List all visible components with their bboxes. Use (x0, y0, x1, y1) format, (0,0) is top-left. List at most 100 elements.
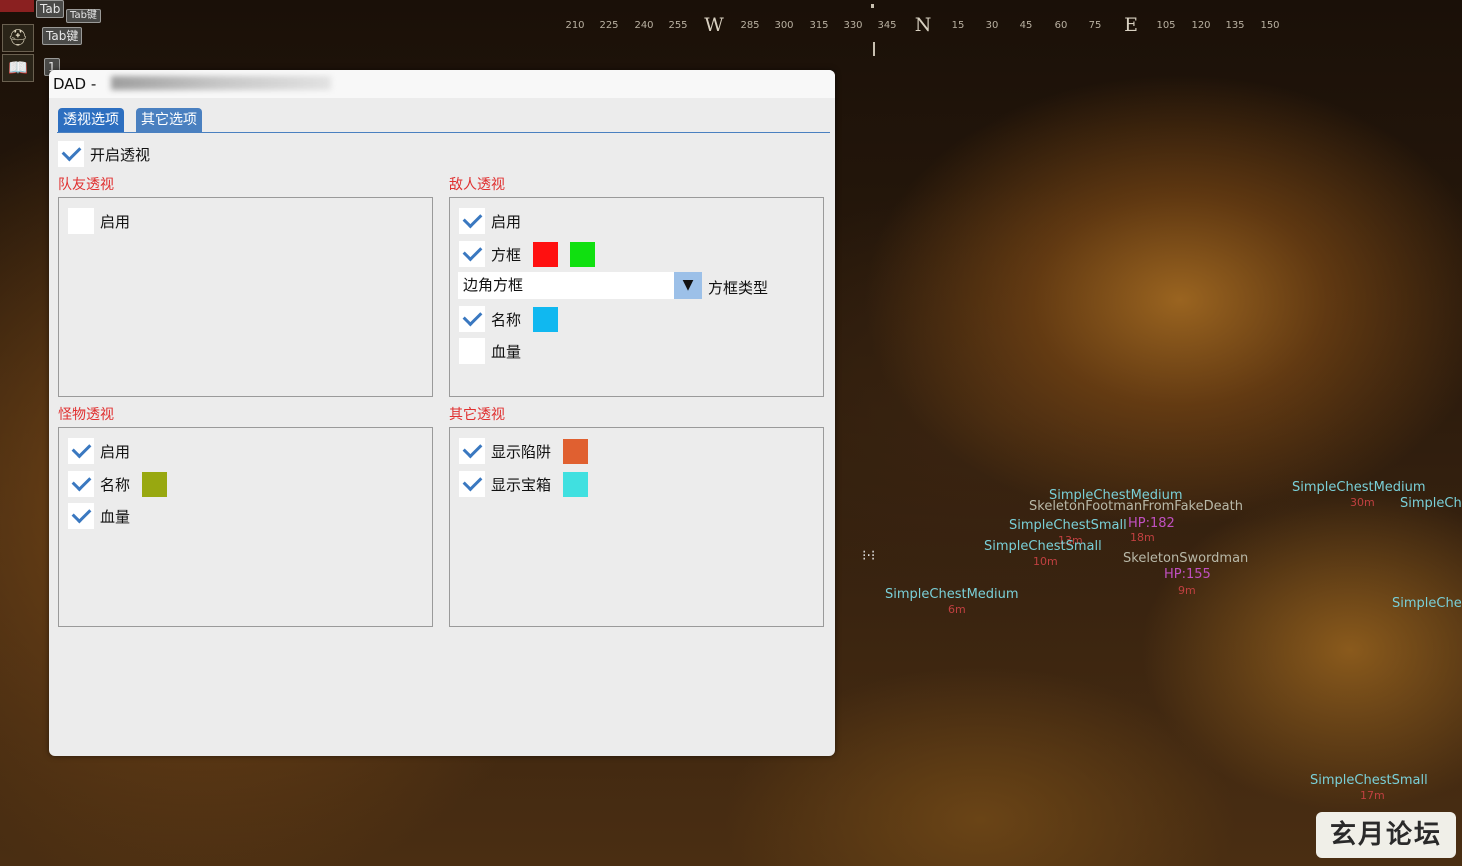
compass-tick: 75 (1088, 20, 1102, 31)
show-chests-checkbox[interactable]: 显示宝箱 (459, 471, 589, 497)
tab-other-options[interactable]: 其它选项 (136, 108, 202, 132)
hud-key-tab-small: Tab键 (66, 9, 101, 23)
check-icon (462, 241, 483, 262)
color-swatch-box-primary[interactable] (533, 241, 559, 267)
compass-tick: 300 (774, 20, 794, 31)
checkbox[interactable] (58, 141, 84, 167)
compass-cardinal-n: N (914, 14, 932, 36)
checkbox[interactable] (459, 438, 485, 464)
check-icon (462, 471, 483, 492)
compass-top-marker (871, 4, 874, 8)
compass-tick: 210 (565, 20, 585, 31)
compass-tick: 60 (1054, 20, 1068, 31)
compass-tick: 30 (985, 20, 999, 31)
world-label-hp: HP:182 (1128, 516, 1175, 531)
color-swatch-chests[interactable] (563, 471, 589, 497)
tab-esp-options[interactable]: 透视选项 (58, 108, 124, 132)
compass-tick: 120 (1191, 20, 1211, 31)
checkbox-label: 方框 (491, 245, 522, 264)
hud-key-tab: Tab (36, 0, 65, 18)
world-label-distance: 17m (1360, 789, 1385, 802)
checkbox-label: 血量 (491, 342, 522, 361)
world-label: SimpleChestMedium (1292, 480, 1426, 495)
compass-cardinal-w: W (704, 14, 724, 36)
book-icon[interactable]: 📖 (2, 54, 34, 82)
compass-tick: 45 (1019, 20, 1033, 31)
compass-tick: 345 (877, 20, 897, 31)
enemy-enable-checkbox[interactable]: 启用 (459, 208, 521, 234)
checkbox-label: 启用 (491, 212, 522, 231)
helmet-icon[interactable]: ⛑ (2, 24, 34, 52)
compass-tick: 225 (599, 20, 619, 31)
color-swatch-traps[interactable] (563, 438, 589, 464)
world-label: SimpleChestSmall (1009, 518, 1127, 533)
tab-underline (57, 132, 830, 133)
section-title-other: 其它透视 (449, 407, 505, 423)
box-type-label: 方框类型 (708, 279, 769, 297)
checkbox[interactable] (68, 438, 94, 464)
monster-enable-checkbox[interactable]: 启用 (68, 438, 130, 464)
window-titlebar[interactable]: DAD - (49, 70, 835, 98)
world-label: SimpleCh (1400, 496, 1462, 511)
compass-tick: 105 (1156, 20, 1176, 31)
chevron-down-icon[interactable]: ▼ (674, 272, 702, 299)
compass-cardinal-e: E (1124, 14, 1138, 36)
compass-tick: 15 (951, 20, 965, 31)
checkbox-label: 启用 (100, 212, 131, 231)
checkbox[interactable] (68, 208, 94, 234)
checkbox[interactable] (459, 208, 485, 234)
checkbox-label: 显示陷阱 (491, 442, 552, 461)
check-icon (462, 306, 483, 327)
monster-health-checkbox[interactable]: 血量 (68, 503, 130, 529)
compass-tick: 285 (740, 20, 760, 31)
monster-name-checkbox[interactable]: 名称 (68, 471, 168, 497)
check-icon (61, 141, 82, 162)
world-label: SimpleChe (1392, 596, 1462, 611)
world-label-distance: 30m (1350, 496, 1375, 509)
section-title-teammate: 队友透视 (58, 177, 114, 193)
compass-tick: 330 (843, 20, 863, 31)
check-icon (71, 438, 92, 459)
world-label: SkeletonSwordman (1123, 551, 1249, 566)
checkbox-label: 名称 (491, 310, 522, 329)
checkbox[interactable] (68, 471, 94, 497)
checkbox-label: 启用 (100, 442, 131, 461)
world-label-hp: HP:155 (1164, 567, 1211, 582)
check-icon (462, 208, 483, 229)
checkbox-label: 血量 (100, 507, 131, 526)
forum-watermark: 玄月论坛 (1316, 812, 1456, 858)
window-title: DAD - (53, 75, 97, 93)
checkbox[interactable] (459, 241, 485, 267)
checkbox[interactable] (459, 471, 485, 497)
compass-tick: 240 (634, 20, 654, 31)
world-label: SimpleChestSmall (1310, 773, 1428, 788)
checkbox[interactable] (68, 503, 94, 529)
checkbox-label: 名称 (100, 475, 131, 494)
world-label-distance: 6m (948, 603, 966, 616)
master-toggle-checkbox[interactable]: 开启透视 (58, 141, 150, 167)
compass-tick: 315 (809, 20, 829, 31)
select-value[interactable]: 边角方框 (458, 272, 674, 299)
esp-settings-window: DAD - 透视选项 其它选项 开启透视 队友透视 启用 敌人透视 启用 方框 … (49, 70, 835, 756)
enemy-name-checkbox[interactable]: 名称 (459, 306, 559, 332)
show-traps-checkbox[interactable]: 显示陷阱 (459, 438, 589, 464)
checkbox[interactable] (459, 338, 485, 364)
color-swatch-enemy-name[interactable] (533, 306, 559, 332)
world-label-distance: 18m (1130, 531, 1155, 544)
world-label: SimpleChestMedium (885, 587, 1019, 602)
color-swatch-monster-name[interactable] (142, 471, 168, 497)
enemy-health-checkbox[interactable]: 血量 (459, 338, 521, 364)
enemy-box-checkbox[interactable]: 方框 (459, 241, 596, 267)
hud-key-tab-2: Tab键 (42, 27, 83, 45)
world-label: SkeletonFootmanFromFakeDeath (1029, 499, 1243, 514)
crosshair-icon: ⁝·⁝ (862, 548, 876, 564)
color-swatch-box-secondary[interactable] (570, 241, 596, 267)
checkbox-label: 显示宝箱 (491, 475, 552, 494)
world-label-distance: 10m (1033, 555, 1058, 568)
compass-pointer (873, 42, 875, 56)
compass-tick: 150 (1260, 20, 1280, 31)
teammate-enable-checkbox[interactable]: 启用 (68, 208, 130, 234)
box-type-select[interactable]: 边角方框 ▼ (458, 272, 702, 299)
section-title-enemy: 敌人透视 (449, 177, 505, 193)
checkbox[interactable] (459, 306, 485, 332)
